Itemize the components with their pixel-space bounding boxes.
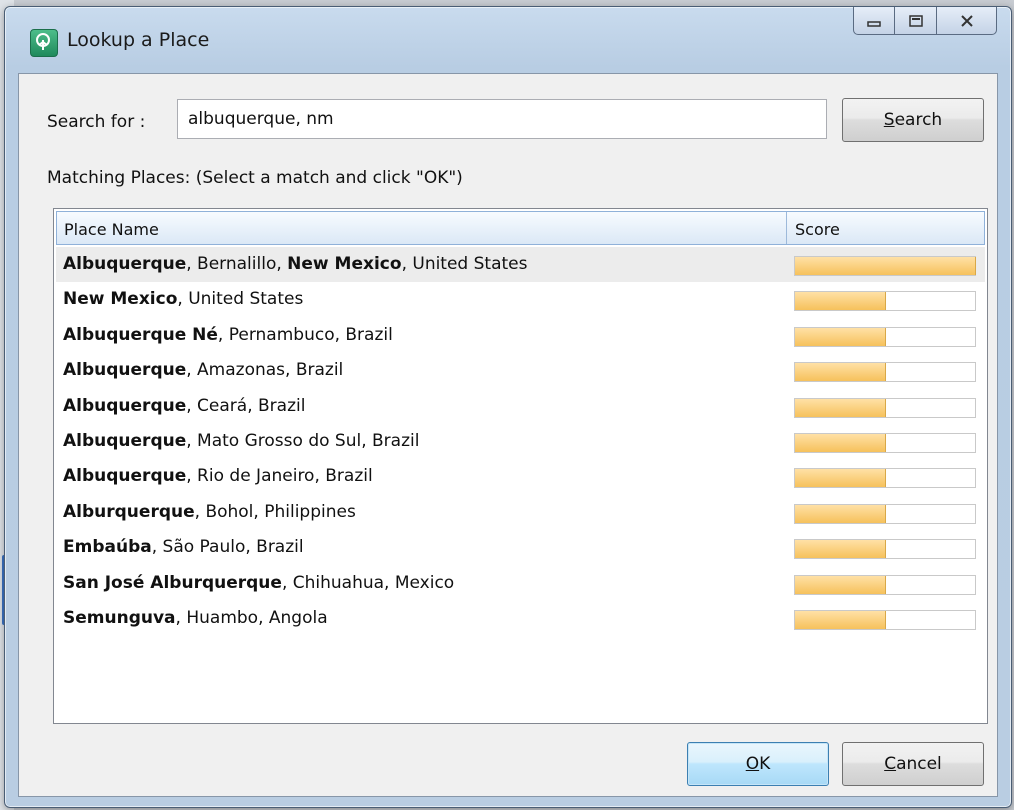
list-item[interactable]: Albuquerque, Bernalillo, New Mexico, Uni… bbox=[56, 247, 985, 283]
list-item[interactable]: Embaúba, São Paulo, Brazil bbox=[56, 530, 985, 565]
maximize-icon bbox=[908, 14, 923, 27]
score-bar bbox=[794, 326, 976, 347]
minimize-button[interactable] bbox=[853, 7, 895, 35]
score-bar bbox=[794, 503, 976, 524]
place-name: Albuquerque, Bernalillo, New Mexico, Uni… bbox=[63, 254, 528, 274]
search-button-label: earch bbox=[894, 110, 943, 130]
place-name-emphasis: Albuquerque bbox=[63, 360, 187, 381]
place-name-emphasis: San José Alburquerque bbox=[63, 572, 282, 593]
minimize-icon bbox=[867, 20, 881, 27]
score-bar bbox=[794, 574, 976, 595]
score-bar bbox=[794, 397, 976, 418]
score-bar bbox=[794, 432, 976, 453]
dialog-body: Search for : Search Matching Places: (Se… bbox=[18, 73, 998, 797]
place-name-emphasis: Semunguva bbox=[63, 607, 176, 628]
place-name-text: , Ceará, Brazil bbox=[186, 395, 306, 416]
list-item[interactable]: Semunguva, Huambo, Angola bbox=[56, 601, 985, 636]
list-header: Place Name Score bbox=[56, 211, 985, 245]
window-controls bbox=[853, 7, 997, 37]
app-tree-icon bbox=[30, 29, 58, 57]
score-bar-fill bbox=[795, 292, 886, 311]
place-name-emphasis: New Mexico bbox=[287, 254, 402, 274]
ok-mnemonic: O bbox=[745, 754, 760, 774]
place-name-emphasis: New Mexico bbox=[63, 289, 178, 310]
search-label: Search for : bbox=[47, 112, 146, 132]
score-bar-fill bbox=[795, 398, 886, 417]
score-bar-fill bbox=[795, 504, 886, 523]
cancel-mnemonic: C bbox=[884, 754, 897, 774]
place-name-text: , Bernalillo, bbox=[186, 254, 288, 274]
place-name-text: , Amazonas, Brazil bbox=[186, 360, 344, 381]
place-name-emphasis: Albuquerque Né bbox=[63, 324, 218, 345]
place-name-emphasis: Albuquerque bbox=[63, 254, 187, 274]
list-item[interactable]: San José Alburquerque, Chihuahua, Mexico bbox=[56, 566, 985, 601]
ok-button-label: K bbox=[759, 754, 771, 774]
place-name-text: , Huambo, Angola bbox=[175, 607, 328, 628]
place-name-emphasis: Embaúba bbox=[63, 537, 152, 558]
list-item[interactable]: Albuquerque, Ceará, Brazil bbox=[56, 389, 985, 424]
column-header-place-name[interactable]: Place Name bbox=[64, 220, 159, 239]
place-name-emphasis: Alburquerque bbox=[63, 501, 195, 522]
lookup-place-dialog: Lookup a Place Search for : Search Match… bbox=[4, 6, 1012, 808]
column-divider[interactable] bbox=[786, 212, 787, 244]
place-name-text: , São Paulo, Brazil bbox=[151, 537, 304, 558]
place-name-text: , Bohol, Philippines bbox=[194, 501, 356, 522]
place-name-text: , Rio de Janeiro, Brazil bbox=[186, 466, 373, 487]
place-name: Albuquerque, Mato Grosso do Sul, Brazil bbox=[63, 431, 419, 451]
place-name: Albuquerque, Rio de Janeiro, Brazil bbox=[63, 466, 373, 486]
place-name: Albuquerque Né, Pernambuco, Brazil bbox=[63, 325, 393, 345]
score-bar-fill bbox=[795, 575, 886, 594]
list-item[interactable]: Albuquerque, Rio de Janeiro, Brazil bbox=[56, 459, 985, 494]
score-bar bbox=[794, 291, 976, 312]
place-name-text: , Mato Grosso do Sul, Brazil bbox=[186, 430, 420, 451]
score-bar-fill bbox=[795, 610, 886, 629]
place-name-text: , United States bbox=[177, 289, 304, 310]
search-input[interactable] bbox=[177, 99, 827, 139]
score-bar-fill bbox=[795, 469, 886, 488]
close-button[interactable] bbox=[937, 7, 997, 35]
place-name: Albuquerque, Ceará, Brazil bbox=[63, 396, 305, 416]
search-button[interactable]: Search bbox=[842, 98, 984, 142]
matching-places-label: Matching Places: (Select a match and cli… bbox=[47, 168, 463, 188]
score-bar-fill bbox=[795, 363, 886, 382]
score-bar-fill bbox=[795, 257, 976, 275]
list-item[interactable]: Albuquerque, Mato Grosso do Sul, Brazil bbox=[56, 424, 985, 459]
cancel-button[interactable]: Cancel bbox=[842, 742, 984, 786]
list-item[interactable]: Albuquerque, Amazonas, Brazil bbox=[56, 353, 985, 388]
places-list[interactable]: Place Name Score Albuquerque, Bernalillo… bbox=[53, 208, 988, 724]
place-name-emphasis: Albuquerque bbox=[63, 466, 187, 487]
cancel-button-label: ancel bbox=[896, 754, 942, 774]
place-name-text: , Pernambuco, Brazil bbox=[217, 324, 393, 345]
maximize-button[interactable] bbox=[895, 7, 937, 35]
score-bar bbox=[794, 468, 976, 489]
place-name-text: , United States bbox=[401, 254, 528, 274]
place-name-emphasis: Albuquerque bbox=[63, 430, 187, 451]
place-name: New Mexico, United States bbox=[63, 289, 303, 309]
list-item[interactable]: Alburquerque, Bohol, Philippines bbox=[56, 495, 985, 530]
score-bar bbox=[794, 609, 976, 630]
place-name-emphasis: Albuquerque bbox=[63, 395, 187, 416]
column-header-score[interactable]: Score bbox=[795, 220, 840, 239]
score-bar bbox=[794, 539, 976, 560]
list-rows: Albuquerque, Bernalillo, New Mexico, Uni… bbox=[56, 247, 985, 636]
title-bar[interactable]: Lookup a Place bbox=[5, 7, 1011, 73]
place-name: Albuquerque, Amazonas, Brazil bbox=[63, 360, 343, 380]
score-bar-fill bbox=[795, 433, 886, 452]
list-item[interactable]: New Mexico, United States bbox=[56, 282, 985, 317]
list-item[interactable]: Albuquerque Né, Pernambuco, Brazil bbox=[56, 318, 985, 353]
window-title: Lookup a Place bbox=[67, 29, 210, 51]
close-icon bbox=[960, 14, 973, 27]
place-name: Embaúba, São Paulo, Brazil bbox=[63, 537, 304, 557]
place-name: Alburquerque, Bohol, Philippines bbox=[63, 502, 356, 522]
score-bar-fill bbox=[795, 540, 886, 559]
place-name: San José Alburquerque, Chihuahua, Mexico bbox=[63, 573, 454, 593]
score-bar bbox=[794, 256, 976, 276]
place-name: Semunguva, Huambo, Angola bbox=[63, 608, 328, 628]
score-bar bbox=[794, 362, 976, 383]
place-name-text: , Chihuahua, Mexico bbox=[281, 572, 455, 593]
search-mnemonic: S bbox=[883, 110, 895, 130]
ok-button[interactable]: OK bbox=[687, 742, 829, 786]
score-bar-fill bbox=[795, 327, 886, 346]
